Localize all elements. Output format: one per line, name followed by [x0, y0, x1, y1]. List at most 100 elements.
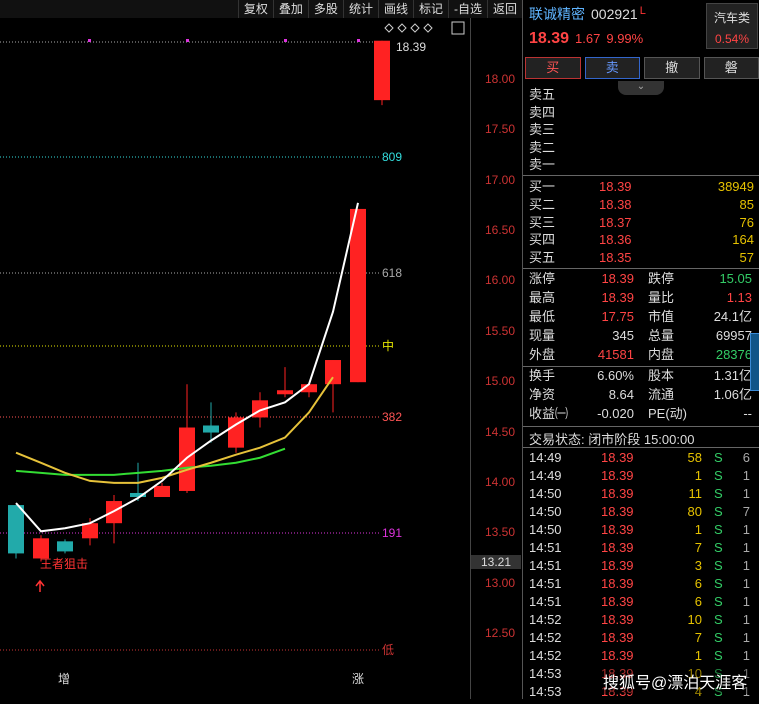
orderbook-volume: 76: [740, 214, 754, 232]
orderbook-level: 卖三: [529, 121, 555, 139]
buy-button[interactable]: 买: [525, 57, 581, 79]
stat-value: 1.31亿: [699, 366, 752, 385]
orderbook-row[interactable]: 卖五: [529, 86, 754, 104]
top-marker: [186, 39, 189, 42]
orderbook-row[interactable]: 买三18.3776: [529, 214, 754, 232]
candle-body: [33, 538, 49, 558]
tick-count: 1: [743, 521, 750, 539]
stat-label: 净资: [529, 385, 555, 404]
top-marker: [284, 39, 287, 42]
orderbook-row[interactable]: 买一18.3938949: [529, 178, 754, 196]
top-marker: [357, 39, 360, 42]
tick-side: S: [714, 485, 723, 503]
orderbook-volume: 85: [740, 196, 754, 214]
fib-label: 809: [382, 150, 402, 164]
tick-count: 1: [743, 629, 750, 647]
tick-time: 14:52: [529, 647, 562, 665]
stat-value: 17.75: [589, 307, 634, 326]
orderbook-row[interactable]: 买五18.3557: [529, 249, 754, 267]
orderbook-row[interactable]: 卖一: [529, 156, 754, 174]
tick-side: S: [714, 521, 723, 539]
tick-volume: 1: [695, 647, 702, 665]
toolbar-button-5[interactable]: 标记: [413, 0, 448, 18]
tick-count: 1: [743, 557, 750, 575]
kline-chart-area[interactable]: 809618中382191低18.39王者狙击增涨: [0, 18, 470, 699]
tick-volume: 6: [695, 593, 702, 611]
price-row: 18.391.679.99%: [529, 30, 643, 48]
price-change: 1.67: [575, 31, 600, 46]
stat-value: 8.64: [589, 385, 634, 404]
toolbar-button-2[interactable]: 多股: [308, 0, 343, 18]
tick-row: 14:5118.396S1: [529, 575, 754, 593]
tick-time: 14:53: [529, 683, 562, 701]
orderbook-price: 18.35: [599, 249, 632, 267]
stat-row: 最低17.75市值24.1亿: [529, 307, 754, 326]
trade-buttons: 买 卖 撤 磐: [525, 57, 759, 79]
tick-volume: 7: [695, 539, 702, 557]
orderbook-level: 买二: [529, 196, 555, 214]
l-mark: L: [640, 5, 646, 17]
orderbook-level: 卖四: [529, 104, 555, 122]
stat-value: 6.60%: [589, 366, 634, 385]
stat-label: 最高: [529, 288, 555, 307]
tick-price: 18.39: [601, 467, 634, 485]
tick-count: 1: [743, 647, 750, 665]
stat-label: 股本: [648, 366, 674, 385]
tick-count: 7: [743, 503, 750, 521]
tick-price: 18.39: [601, 539, 634, 557]
stat-label: 跌停: [648, 269, 674, 288]
scroll-handle[interactable]: [750, 333, 759, 391]
stat-value: 1.06亿: [699, 385, 752, 404]
alert-button[interactable]: 磐: [704, 57, 759, 79]
sector-box[interactable]: 汽车类 0.54%: [706, 3, 758, 49]
chart-toolbar: 复权叠加多股统计画线标记-自选返回: [0, 0, 522, 19]
tick-count: 1: [743, 467, 750, 485]
orderbook-row[interactable]: 卖四: [529, 104, 754, 122]
stat-value: 69957: [699, 326, 752, 345]
toolbar-button-6[interactable]: -自选: [448, 0, 487, 18]
tick-volume: 3: [695, 557, 702, 575]
stat-label: 总量: [648, 326, 674, 345]
toolbar-button-3[interactable]: 统计: [343, 0, 378, 18]
orderbook-price: 18.39: [599, 178, 632, 196]
current-price: 18.39: [529, 30, 569, 47]
toolbar-button-4[interactable]: 画线: [378, 0, 413, 18]
tick-time: 14:52: [529, 629, 562, 647]
arrow-up-icon: [36, 581, 44, 592]
y-tick-label: 17.00: [485, 173, 515, 187]
cancel-order-button[interactable]: 撤: [644, 57, 700, 79]
orderbook-row[interactable]: 卖三: [529, 121, 754, 139]
candle-body: [82, 523, 98, 538]
stat-label: PE(动): [648, 404, 687, 423]
stat-value: 18.39: [589, 269, 634, 288]
sell-button[interactable]: 卖: [585, 57, 641, 79]
tick-row: 14:5118.397S1: [529, 539, 754, 557]
stat-label: 流通: [648, 385, 674, 404]
candle-body: [277, 390, 293, 394]
toolbar-button-7[interactable]: 返回: [487, 0, 522, 18]
tick-count: 6: [743, 449, 750, 467]
cursor-price-tag: 13.21: [471, 555, 521, 569]
tick-row: 14:5218.391S1: [529, 647, 754, 665]
tick-side: S: [714, 539, 723, 557]
candle-body: [57, 541, 73, 551]
tick-volume: 1: [695, 521, 702, 539]
tick-volume: 58: [688, 449, 702, 467]
toolbar-button-1[interactable]: 叠加: [273, 0, 308, 18]
tick-volume: 80: [688, 503, 702, 521]
stat-label: 换手: [529, 366, 555, 385]
tick-price: 18.39: [601, 485, 634, 503]
orderbook-row[interactable]: 卖二: [529, 139, 754, 157]
orderbook-row[interactable]: 买二18.3885: [529, 196, 754, 214]
candle-body: [350, 209, 366, 382]
candle-body: [8, 505, 24, 553]
tick-time: 14:50: [529, 521, 562, 539]
toolbar-button-0[interactable]: 复权: [238, 0, 273, 18]
tick-price: 18.39: [601, 557, 634, 575]
fib-label: 191: [382, 526, 402, 540]
orderbook-row[interactable]: 买四18.36164: [529, 231, 754, 249]
y-tick-label: 13.00: [485, 576, 515, 590]
stat-value: 28376: [699, 345, 752, 364]
stock-name[interactable]: 联诚精密: [529, 6, 585, 22]
stat-value: 24.1亿: [699, 307, 752, 326]
